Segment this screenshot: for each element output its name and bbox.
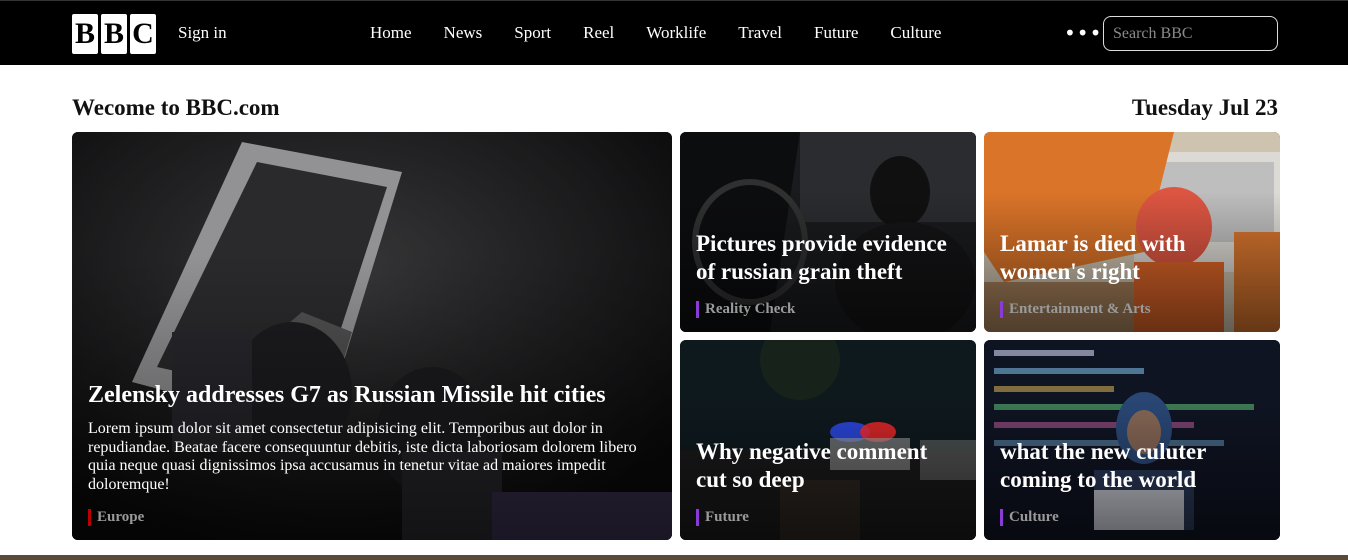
main-story-tag[interactable]: Europe — [88, 508, 658, 526]
page-footer-strip — [0, 555, 1348, 560]
story-title[interactable]: Lamar is died with women's right — [1000, 230, 1266, 286]
story-tag-label: Future — [705, 508, 749, 525]
story-text: what the new culuter coming to the world… — [1000, 438, 1266, 526]
nav-reel[interactable]: Reel — [583, 23, 614, 43]
tag-accent-bar — [1000, 508, 1003, 526]
tag-accent-bar — [696, 300, 699, 318]
story-tag[interactable]: Reality Check — [696, 300, 962, 318]
tag-accent-bar — [1000, 300, 1003, 318]
nav-news[interactable]: News — [444, 23, 483, 43]
story-card-lamar[interactable]: Lamar is died with women's right Enterta… — [984, 132, 1280, 332]
nav-worklife[interactable]: Worklife — [646, 23, 706, 43]
nav-travel[interactable]: Travel — [738, 23, 782, 43]
more-menu-icon[interactable]: ••• — [1064, 21, 1102, 45]
story-tag-label: Entertainment & Arts — [1009, 300, 1151, 317]
logo-letter-b1: B — [72, 14, 98, 54]
nav-sport[interactable]: Sport — [514, 23, 551, 43]
story-tag-label: Reality Check — [705, 300, 796, 317]
logo-letter-c: C — [130, 14, 156, 54]
main-story-title[interactable]: Zelensky addresses G7 as Russian Missile… — [88, 381, 658, 410]
story-card-grain-theft[interactable]: Pictures provide evidence of russian gra… — [680, 132, 976, 332]
story-tag[interactable]: Culture — [1000, 508, 1266, 526]
nav-culture[interactable]: Culture — [890, 23, 941, 43]
main-story-text: Zelensky addresses G7 as Russian Missile… — [88, 381, 658, 526]
main-story-tag-label: Europe — [97, 508, 145, 525]
main-nav: Home News Sport Reel Worklife Travel Fut… — [370, 23, 973, 43]
story-title[interactable]: what the new culuter coming to the world — [1000, 438, 1266, 494]
main-story-card[interactable]: Zelensky addresses G7 as Russian Missile… — [72, 132, 672, 540]
story-tag[interactable]: Future — [696, 508, 962, 526]
tag-accent-bar — [696, 508, 699, 526]
current-date: Tuesday Jul 23 — [1131, 95, 1278, 120]
story-tag-label: Culture — [1009, 508, 1059, 525]
logo-letter-b2: B — [101, 14, 127, 54]
bbc-logo[interactable]: B B C — [72, 14, 156, 54]
welcome-heading: Wecome to BBC.com — [72, 95, 280, 120]
nav-future[interactable]: Future — [814, 23, 858, 43]
sign-in-link[interactable]: Sign in — [178, 23, 227, 43]
story-title[interactable]: Pictures provide evidence of russian gra… — [696, 230, 962, 286]
tag-accent-bar — [88, 508, 91, 526]
story-text: Lamar is died with women's right Enterta… — [1000, 230, 1266, 318]
story-card-new-culture[interactable]: what the new culuter coming to the world… — [984, 340, 1280, 540]
story-text: Pictures provide evidence of russian gra… — [696, 230, 962, 318]
story-tag[interactable]: Entertainment & Arts — [1000, 300, 1266, 318]
search-input[interactable] — [1103, 16, 1278, 51]
main-story-summary: Lorem ipsum dolor sit amet consectetur a… — [88, 420, 637, 493]
story-title[interactable]: Why negative comment cut so deep — [696, 438, 962, 494]
story-text: Why negative comment cut so deep Future — [696, 438, 962, 526]
top-navigation-bar: B B C Sign in Home News Sport Reel Workl… — [0, 0, 1348, 65]
nav-home[interactable]: Home — [370, 23, 412, 43]
story-card-negative-comment[interactable]: Why negative comment cut so deep Future — [680, 340, 976, 540]
